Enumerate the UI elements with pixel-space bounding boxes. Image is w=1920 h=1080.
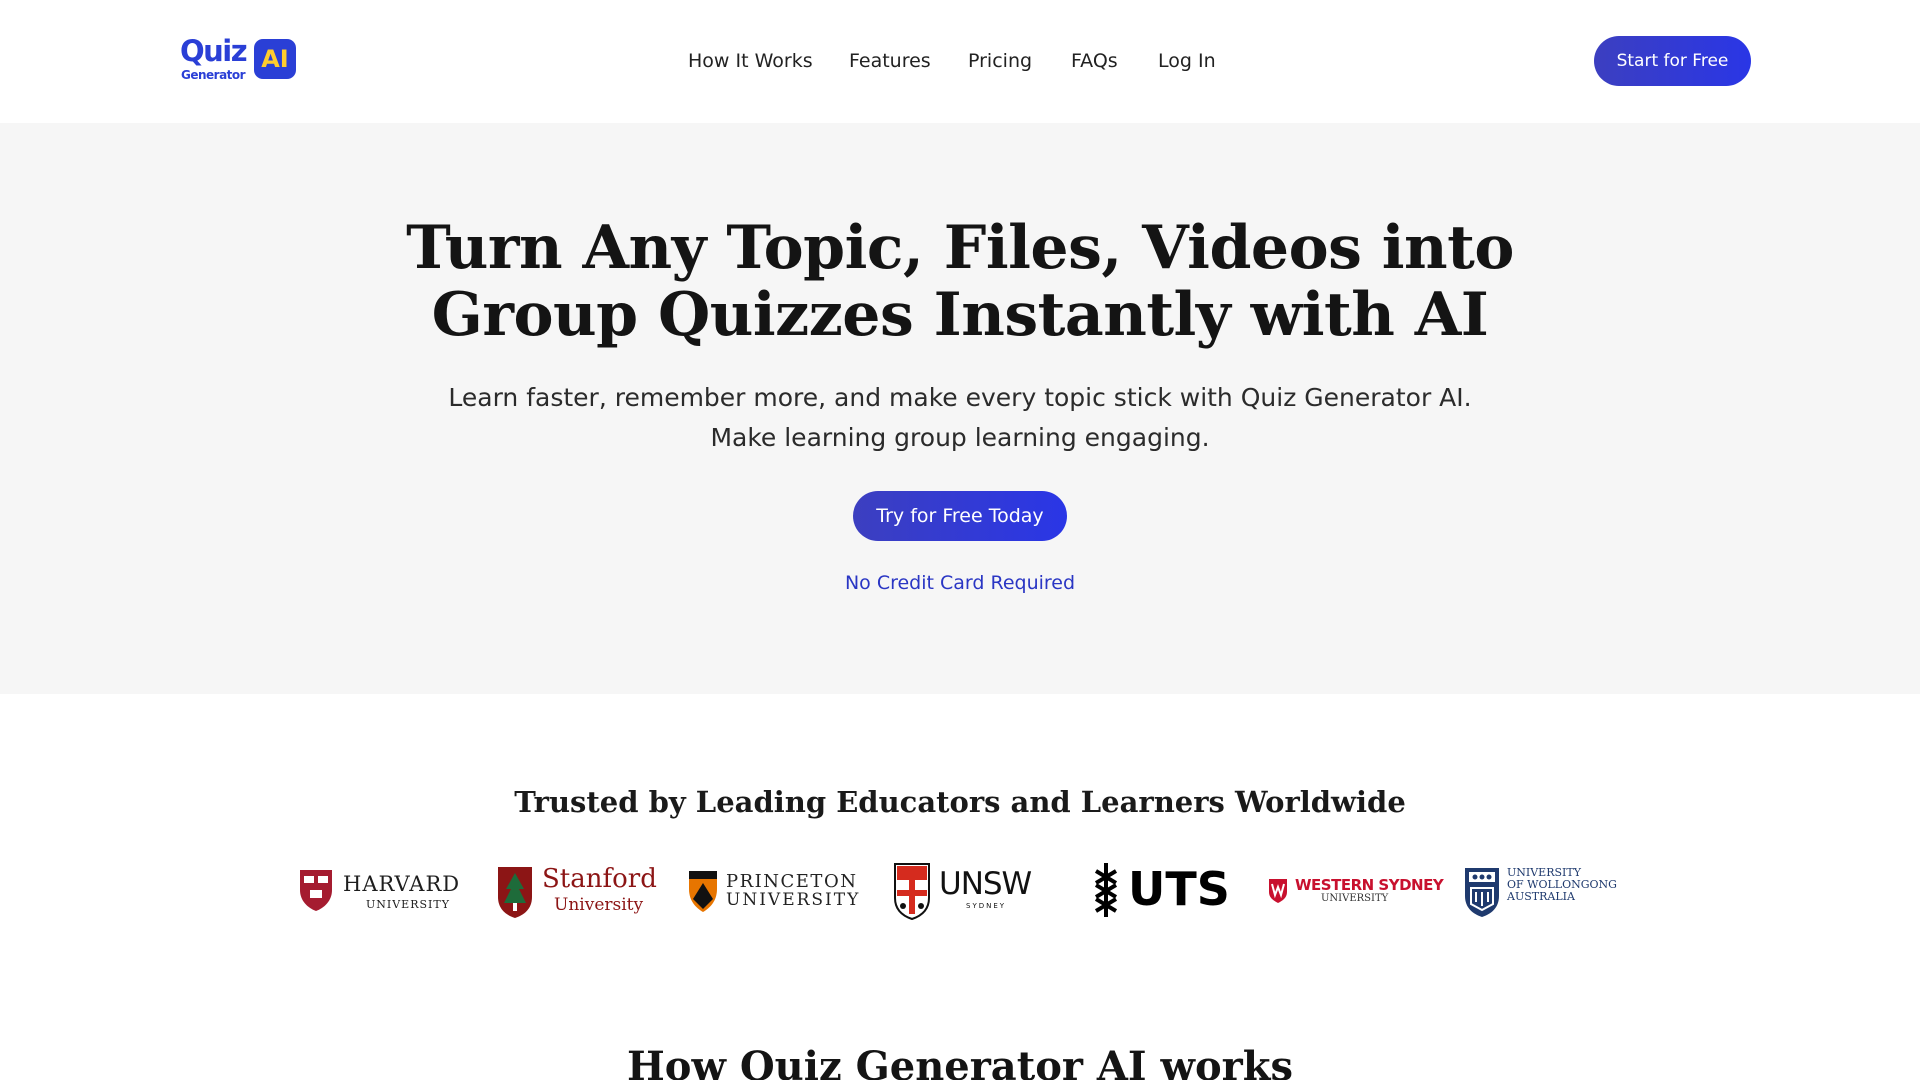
stanford-logo: Stanford University (496, 858, 657, 922)
try-for-free-button[interactable]: Try for Free Today (853, 491, 1067, 541)
uts-mark-icon (1094, 863, 1118, 917)
hero-subtitle-line-1: Learn faster, remember more, and make ev… (448, 383, 1472, 412)
hero-section: Turn Any Topic, Files, Videos into Group… (0, 123, 1920, 694)
stanford-tree-icon (498, 867, 532, 918)
princeton-shield-icon (689, 871, 717, 912)
stanford-sub: University (554, 895, 644, 915)
start-for-free-button[interactable]: Start for Free (1594, 36, 1751, 86)
wollongong-crest-icon (1465, 868, 1499, 917)
unsw-name: UNSW (939, 866, 1032, 902)
nav-features[interactable]: Features (849, 47, 931, 75)
logo-badge: AI (254, 39, 296, 79)
nav-pricing[interactable]: Pricing (968, 47, 1032, 75)
university-logos: HARVARD UNIVERSITY Stanford University P… (0, 858, 1920, 922)
site-header: Quiz Generator AI How It Works Features … (0, 0, 1920, 123)
princeton-name: PRINCETON (726, 871, 858, 892)
hero-subtitle: Learn faster, remember more, and make ev… (360, 378, 1560, 458)
nav-how-it-works[interactable]: How It Works (688, 47, 813, 75)
hero-title: Turn Any Topic, Files, Videos into Group… (360, 215, 1560, 349)
logo-word: Quiz (180, 34, 248, 68)
harvard-logo: HARVARD UNIVERSITY (298, 858, 462, 922)
princeton-sub: UNIVERSITY (726, 890, 861, 910)
logo-sub: Generator (181, 68, 246, 82)
unsw-sub: SYDNEY (966, 902, 1007, 910)
how-it-works-title: How Quiz Generator AI works (627, 1043, 1293, 1080)
trusted-title: Trusted by Leading Educators and Learner… (514, 785, 1406, 819)
uts-logo: UTS (1086, 858, 1230, 922)
nav-login[interactable]: Log In (1158, 47, 1216, 75)
uts-name: UTS (1128, 862, 1230, 916)
no-credit-card-note: No Credit Card Required (844, 572, 1076, 594)
nav-faqs[interactable]: FAQs (1071, 47, 1118, 75)
hero-subtitle-line-2: Make learning group learning engaging. (710, 423, 1210, 452)
wollongong-logo: UNIVERSITY OF WOLLONGONG AUSTRALIA (1463, 858, 1623, 922)
western-sydney-shield-icon (1269, 879, 1287, 903)
unsw-crest-icon (894, 863, 930, 920)
harvard-name: HARVARD (343, 872, 461, 896)
stanford-name: Stanford (542, 864, 657, 894)
harvard-shield-icon (300, 870, 332, 911)
unsw-logo: UNSW SYDNEY (893, 858, 1032, 922)
western-sydney-logo: WESTERN SYDNEY UNIVERSITY (1268, 858, 1444, 922)
princeton-logo: PRINCETON UNIVERSITY (688, 858, 858, 922)
hero-title-line-1: Turn Any Topic, Files, Videos into (406, 213, 1514, 283)
hero-title-line-2: Group Quizzes Instantly with AI (431, 280, 1489, 350)
site-logo[interactable]: Quiz Generator AI (180, 34, 296, 84)
harvard-sub: UNIVERSITY (366, 898, 450, 911)
western-sydney-name: WESTERN SYDNEY (1295, 876, 1444, 894)
western-sydney-sub: UNIVERSITY (1321, 893, 1389, 904)
wollongong-sub2: AUSTRALIA (1507, 890, 1575, 903)
